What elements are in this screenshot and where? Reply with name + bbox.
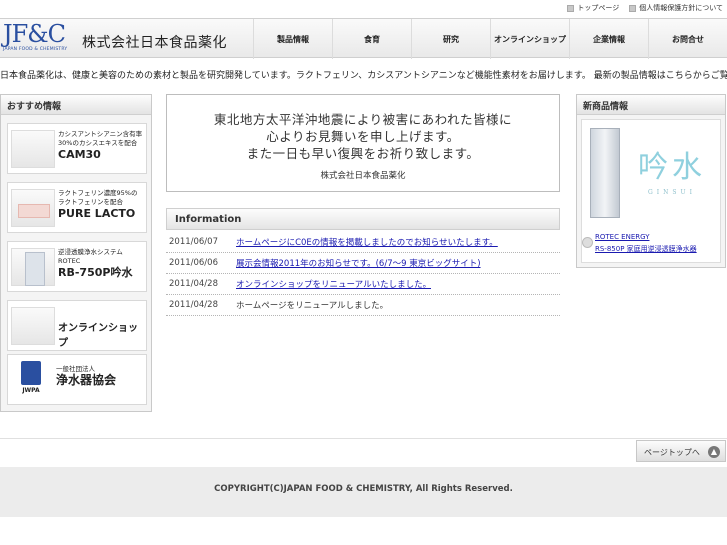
util-link-label: トップページ xyxy=(577,4,620,12)
banner-line2: ラクトフェリンを配合 xyxy=(58,198,123,206)
recommended-sidebar: おすすめ情報 カシスアントシアニン含有率 30%のカシスエキスを配合 CAM30… xyxy=(0,94,152,412)
banner-product-name: PURE LACTO xyxy=(58,207,136,220)
jwpa-mark-icon xyxy=(21,361,41,385)
list-item: 2011/04/28 ホームページをリニューアルしました。 xyxy=(166,295,560,316)
ginsui-logo-subtext: GINSUI xyxy=(648,189,696,196)
banner-text: カシスアントシアニン含有率 30%のカシスエキスを配合 CAM30 xyxy=(58,130,142,161)
utility-links: トップページ 個人情報保護方針について xyxy=(567,3,723,13)
list-item: 2011/06/06 展示会情報2011年のお知らせです。(6/7～9 東京ビッ… xyxy=(166,253,560,274)
ginsui-logo: 吟水 GINSUI xyxy=(630,148,714,210)
new-product-link-line1: ROTEC ENERGY xyxy=(595,233,650,241)
new-product-link[interactable]: ROTEC ENERGY RS-850P 家庭用逆浸透膜浄水器 xyxy=(595,231,697,255)
nav-company[interactable]: 企業情報 xyxy=(569,19,648,59)
news-text: ホームページをリニューアルしました。 xyxy=(236,301,389,311)
water-purifier-image xyxy=(590,128,620,218)
information-header: Information xyxy=(166,208,560,230)
banner-line2: ROTEC xyxy=(58,257,81,265)
new-products-panel: 新商品情報 吟水 GINSUI ROTEC ENERGY RS-850P 家庭用… xyxy=(576,94,726,268)
nav-food-education[interactable]: 食育 xyxy=(332,19,411,59)
company-name: 株式会社日本食品薬化 xyxy=(82,35,227,51)
banner-product-name: オンラインショップ xyxy=(58,323,138,349)
ginsui-logo-text: 吟水 xyxy=(638,150,706,185)
product-image xyxy=(11,248,55,286)
new-product-link-line2: RS-850P 家庭用逆浸透膜浄水器 xyxy=(595,245,697,253)
banner-line1: ラクトフェリン濃度95%の xyxy=(58,189,138,197)
jwpa-logo-text: JWPA xyxy=(22,387,40,394)
banner-pure-lacto[interactable]: ラクトフェリン濃度95%の ラクトフェリンを配合 PURE LACTO xyxy=(7,182,147,233)
nav-contact[interactable]: お問合せ xyxy=(648,19,727,59)
list-item: 2011/06/07 ホームページにC0Eの情報を掲載しましたのでお知らせいたし… xyxy=(166,232,560,253)
main-nav: 製品情報 食育 研究 オンラインショップ 企業情報 お問合せ xyxy=(253,19,727,59)
message-line-1: 東北地方太平洋沖地震により被害にあわれた皆様に xyxy=(213,112,513,127)
arrow-up-icon: ▲ xyxy=(708,446,720,458)
news-date: 2011/06/06 xyxy=(169,258,218,268)
nav-online-shop[interactable]: オンラインショップ xyxy=(490,19,569,59)
news-date: 2011/06/07 xyxy=(169,237,218,247)
page: トップページ 個人情報保護方針について JF&C JAPAN FOOD & CH… xyxy=(0,0,727,545)
bullet-icon xyxy=(582,237,593,248)
banner-text: 一般社団法人 浄水器協会 xyxy=(56,365,116,387)
news-link[interactable]: 展示会情報2011年のお知らせです。(6/7～9 東京ビッグサイト) xyxy=(236,257,481,269)
news-link[interactable]: ホームページにC0Eの情報を掲載しましたのでお知らせいたします。 xyxy=(236,236,498,248)
banner-product-name: 浄水器協会 xyxy=(56,373,117,387)
news-date: 2011/04/28 xyxy=(169,300,218,310)
copyright: COPYRIGHT(C)JAPAN FOOD & CHEMISTRY, All … xyxy=(214,484,513,494)
logo-subtext: JAPAN FOOD & CHEMISTRY xyxy=(3,47,68,52)
square-icon xyxy=(567,4,575,12)
banner-rb750p[interactable]: 逆浸透膜浄水システム ROTEC RB-750P吟水 xyxy=(7,241,147,292)
sidebar-title: おすすめ情報 xyxy=(1,95,151,115)
logo-text: JF&C xyxy=(3,20,66,48)
nav-research[interactable]: 研究 xyxy=(411,19,490,59)
util-link-label: 個人情報保護方針について xyxy=(639,4,723,12)
footer-divider xyxy=(0,438,727,439)
message-line-3: また一日も早い復興をお祈り致します。 xyxy=(246,146,480,161)
new-products-title: 新商品情報 xyxy=(577,95,725,115)
product-image xyxy=(11,307,55,345)
banner-product-name: CAM30 xyxy=(58,148,101,161)
util-link-privacy[interactable]: 個人情報保護方針について xyxy=(629,3,723,13)
page-top-button[interactable]: ページトップへ ▲ xyxy=(636,440,726,462)
util-link-top[interactable]: トップページ xyxy=(567,3,619,13)
nav-products[interactable]: 製品情報 xyxy=(253,19,332,59)
product-image xyxy=(11,130,55,168)
banner-product-name: RB-750P吟水 xyxy=(58,266,133,279)
news-ticker: 日本食品薬化は、健康と美容のための素材と製品を研究開発しています。ラクトフェリン… xyxy=(0,71,727,81)
page-top-label: ページトップへ xyxy=(644,448,700,457)
square-icon xyxy=(629,4,637,12)
news-date: 2011/04/28 xyxy=(169,279,218,289)
banner-cam30[interactable]: カシスアントシアニン含有率 30%のカシスエキスを配合 CAM30 xyxy=(7,123,147,174)
list-item: 2011/04/28 オンラインショップをリニューアルいたしました。 xyxy=(166,274,560,295)
message-line-2: 心よりお見舞いを申し上げます。 xyxy=(266,129,460,144)
logo[interactable]: JF&C JAPAN FOOD & CHEMISTRY xyxy=(3,21,73,57)
banner-line1: カシスアントシアニン含有率 xyxy=(58,130,143,138)
banner-line1: 逆浸透膜浄水システム xyxy=(58,248,123,256)
news-link[interactable]: オンラインショップをリニューアルいたしました。 xyxy=(236,278,431,290)
banner-online-shop[interactable]: オンラインショップ xyxy=(7,300,147,351)
header: JF&C JAPAN FOOD & CHEMISTRY 株式会社日本食品薬化 製… xyxy=(0,18,727,59)
message-signature: 株式会社日本食品薬化 xyxy=(320,171,406,181)
condolence-message: 東北地方太平洋沖地震により被害にあわれた皆様に 心よりお見舞いを申し上げます。 … xyxy=(166,94,560,192)
banner-text: 逆浸透膜浄水システム ROTEC RB-750P吟水 xyxy=(58,248,132,279)
jwpa-logo: JWPA xyxy=(14,361,48,399)
banner-jwpa[interactable]: JWPA 一般社団法人 浄水器協会 xyxy=(7,354,147,405)
information-list: 2011/06/07 ホームページにC0Eの情報を掲載しましたのでお知らせいたし… xyxy=(166,232,560,316)
banner-line2: 30%のカシスエキスを配合 xyxy=(58,139,138,147)
product-image xyxy=(11,189,55,227)
banner-text: ラクトフェリン濃度95%の ラクトフェリンを配合 PURE LACTO xyxy=(58,189,137,220)
